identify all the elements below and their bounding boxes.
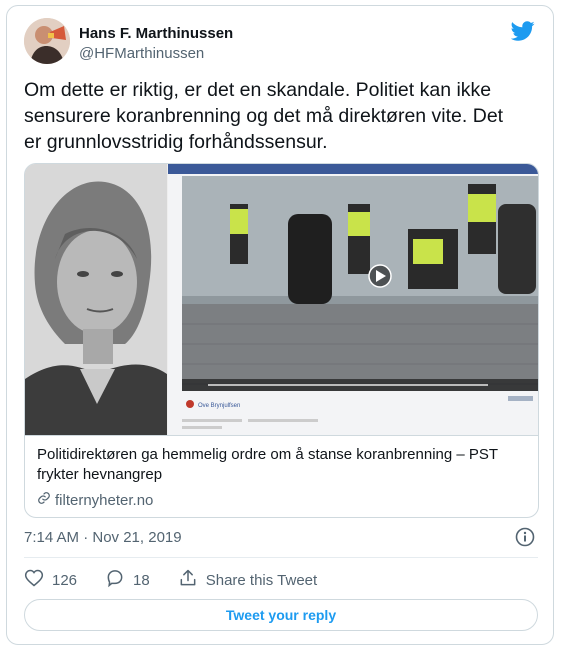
link-domain: filternyheter.no <box>55 492 154 509</box>
avatar[interactable] <box>24 18 70 64</box>
reply-button[interactable]: 18 <box>105 568 150 592</box>
info-icon[interactable] <box>515 527 535 547</box>
portrait-photo <box>25 164 167 435</box>
share-label: Share this Tweet <box>205 571 318 589</box>
share-icon <box>178 568 198 592</box>
video-caption-name: Ove Brynjulfsen <box>198 403 240 409</box>
tweet-text: Om dette er riktig, er det en skandale. … <box>24 79 504 153</box>
link-domain-row: filternyheter.no <box>37 491 153 510</box>
reply-count: 18 <box>133 571 150 589</box>
link-preview-image[interactable]: Ove Brynjulfsen <box>25 164 538 436</box>
link-icon <box>37 491 51 510</box>
tweet-card: Hans F. Marthinussen @HFMarthinussen Om … <box>6 5 554 645</box>
heart-icon <box>24 568 44 592</box>
divider <box>24 557 538 558</box>
tweet-reply-button[interactable]: Tweet your reply <box>24 599 538 631</box>
action-bar: 126 18 Share this Tweet <box>24 569 345 591</box>
author-name[interactable]: Hans F. Marthinussen <box>79 25 233 42</box>
like-button[interactable]: 126 <box>24 568 77 592</box>
link-title[interactable]: Politidirektøren ga hemmelig ordre om å … <box>37 445 527 485</box>
tweet-timestamp[interactable]: 7:14 AM · Nov 21, 2019 <box>24 529 182 546</box>
author-handle[interactable]: @HFMarthinussen <box>79 45 204 62</box>
link-preview-card[interactable]: Ove Brynjulfsen Politidirektøren ga hemm… <box>24 163 539 518</box>
like-count: 126 <box>52 571 78 589</box>
comment-icon <box>105 568 125 592</box>
twitter-bird-icon[interactable] <box>510 19 535 43</box>
video-frame[interactable]: Ove Brynjulfsen <box>168 164 538 435</box>
share-button[interactable]: Share this Tweet <box>178 568 317 592</box>
